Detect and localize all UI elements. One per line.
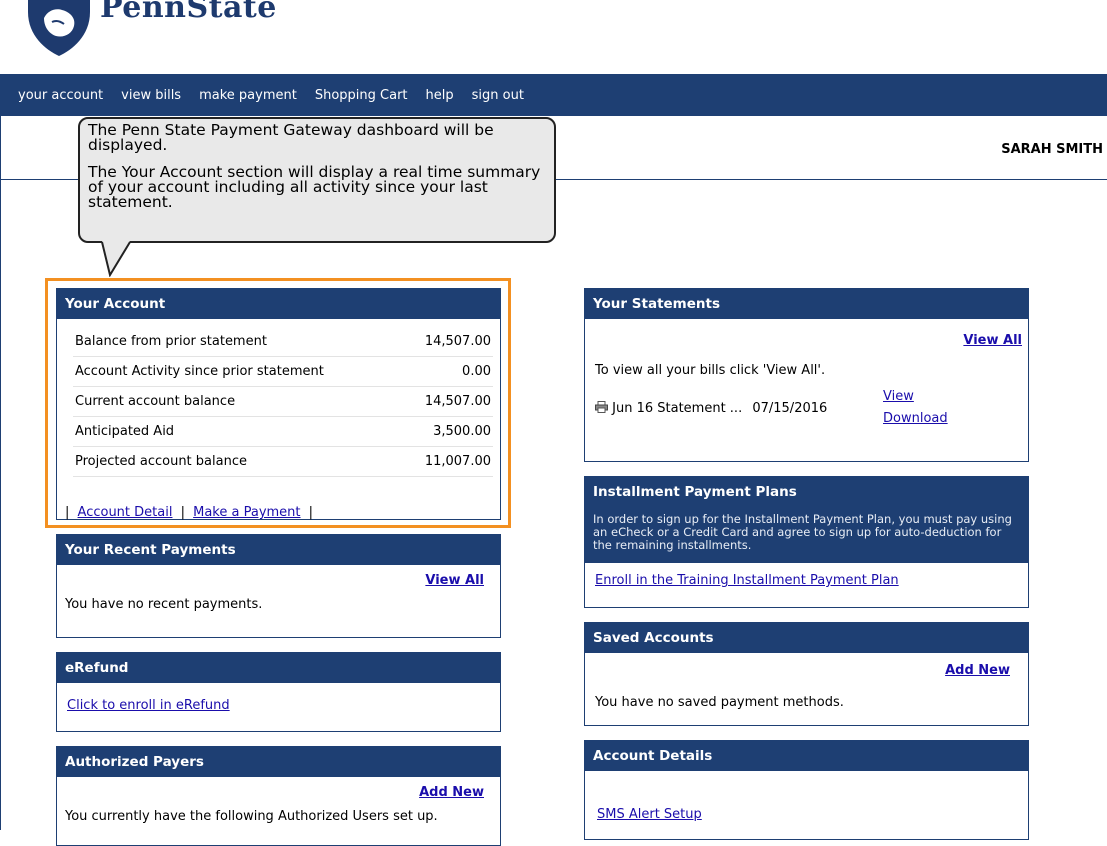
- row-label: Anticipated Aid: [73, 416, 402, 447]
- row-label: Account Activity since prior statement: [73, 356, 402, 387]
- account-detail-link[interactable]: Account Detail: [78, 505, 173, 520]
- authorized-payers-add-new-link[interactable]: Add New: [419, 785, 484, 800]
- erefund-panel: eRefund Click to enroll in eRefund: [56, 652, 501, 732]
- row-label: Current account balance: [73, 386, 402, 417]
- table-row: Current account balance 14,507.00: [73, 386, 493, 417]
- account-summary-table: Balance from prior statement 14,507.00 A…: [73, 327, 493, 477]
- make-a-payment-link[interactable]: Make a Payment: [193, 505, 300, 520]
- nittany-lion-shield-icon: [28, 0, 90, 56]
- row-label: Balance from prior statement: [73, 327, 402, 357]
- user-name: SARAH SMITH: [1001, 142, 1103, 157]
- authorized-payers-title: Authorized Payers: [57, 747, 500, 777]
- nav-sign-out[interactable]: sign out: [472, 88, 524, 103]
- statement-item: Jun 16 Statement ... 07/15/2016: [595, 401, 827, 416]
- printer-icon[interactable]: [595, 401, 608, 413]
- erefund-title: eRefund: [57, 653, 500, 683]
- row-value: 14,507.00: [401, 386, 493, 417]
- authorized-payers-panel: Authorized Payers Add New You currently …: [56, 746, 501, 846]
- callout-text-1: The Penn State Payment Gateway dashboard…: [88, 121, 494, 154]
- nav-shopping-cart[interactable]: Shopping Cart: [315, 88, 408, 103]
- statements-panel: Your Statements View All To view all you…: [584, 288, 1029, 462]
- statement-name: Jun 16 Statement ...: [612, 401, 743, 416]
- recent-payments-panel: Your Recent Payments View All You have n…: [56, 534, 501, 638]
- table-row: Projected account balance 11,007.00: [73, 446, 493, 477]
- row-value: 0.00: [401, 356, 493, 387]
- callout-pointer: [101, 241, 131, 277]
- account-details-title: Account Details: [585, 741, 1028, 771]
- statement-view-link[interactable]: View: [883, 389, 914, 404]
- statements-instruction: To view all your bills click 'View All'.: [595, 363, 826, 378]
- statement-download-link[interactable]: Download: [883, 411, 948, 426]
- recent-payments-view-all-link[interactable]: View All: [425, 573, 484, 588]
- table-row: Balance from prior statement 14,507.00: [73, 327, 493, 357]
- tutorial-callout: The Penn State Payment Gateway dashboard…: [78, 117, 556, 243]
- saved-accounts-title: Saved Accounts: [585, 623, 1028, 653]
- enroll-installment-plan-link[interactable]: Enroll in the Training Installment Payme…: [595, 573, 899, 588]
- row-value: 11,007.00: [401, 446, 493, 477]
- penn-state-logo: PennState: [0, 0, 400, 65]
- statements-view-all-link[interactable]: View All: [963, 333, 1022, 348]
- your-account-panel: Your Account Balance from prior statemen…: [56, 288, 501, 520]
- account-details-panel: Account Details SMS Alert Setup: [584, 740, 1029, 840]
- table-row: Account Activity since prior statement 0…: [73, 356, 493, 387]
- statements-title: Your Statements: [585, 289, 1028, 319]
- callout-text-2: The Your Account section will display a …: [88, 163, 541, 211]
- table-row: Anticipated Aid 3,500.00: [73, 416, 493, 447]
- saved-accounts-panel: Saved Accounts Add New You have no saved…: [584, 622, 1029, 726]
- sms-alert-setup-link[interactable]: SMS Alert Setup: [597, 807, 702, 822]
- row-value: 14,507.00: [401, 327, 493, 357]
- saved-accounts-add-new-link[interactable]: Add New: [945, 663, 1010, 678]
- separator: |: [308, 505, 314, 520]
- installment-title: Installment Payment Plans: [585, 477, 1028, 507]
- brand-wordmark: PennState: [100, 0, 277, 25]
- nav-help[interactable]: help: [426, 88, 454, 103]
- separator: |: [65, 505, 70, 520]
- account-links: | Account Detail | Make a Payment |: [65, 505, 313, 520]
- recent-payments-title: Your Recent Payments: [57, 535, 500, 565]
- statement-date: 07/15/2016: [752, 401, 828, 416]
- installment-panel: Installment Payment Plans In order to si…: [584, 476, 1029, 608]
- saved-accounts-empty-text: You have no saved payment methods.: [595, 695, 844, 710]
- installment-description: In order to sign up for the Installment …: [585, 507, 1028, 563]
- separator: |: [180, 505, 185, 520]
- top-nav: your account view bills make payment Sho…: [0, 74, 1107, 116]
- row-label: Projected account balance: [73, 446, 402, 477]
- your-account-title: Your Account: [57, 289, 500, 319]
- row-value: 3,500.00: [401, 416, 493, 447]
- authorized-payers-text: You currently have the following Authori…: [65, 809, 438, 824]
- recent-payments-empty-text: You have no recent payments.: [65, 597, 263, 612]
- enroll-erefund-link[interactable]: Click to enroll in eRefund: [67, 698, 230, 713]
- nav-your-account[interactable]: your account: [18, 88, 103, 103]
- nav-make-payment[interactable]: make payment: [199, 88, 297, 103]
- nav-view-bills[interactable]: view bills: [121, 88, 181, 103]
